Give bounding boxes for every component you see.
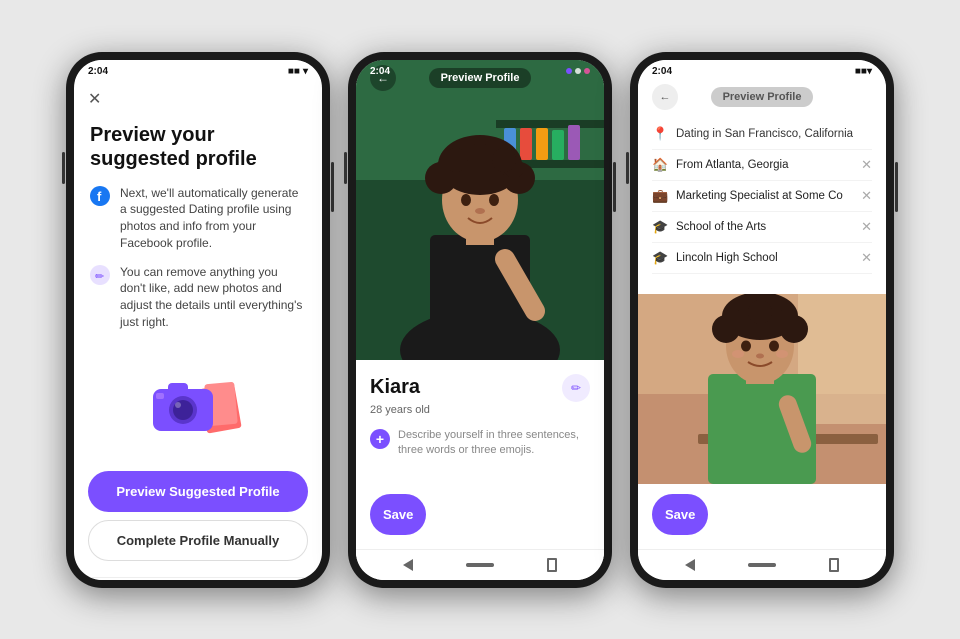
phone3-header: ← Preview Profile xyxy=(638,81,886,113)
svg-text:f: f xyxy=(97,189,102,204)
location-pin-icon: 📍 xyxy=(652,126,668,142)
job-item: 💼 Marketing Specialist at Some Co ✕ xyxy=(652,181,872,212)
school2-item: 🎓 Lincoln High School ✕ xyxy=(652,243,872,274)
photo-dots xyxy=(566,68,590,74)
school1-text: School of the Arts xyxy=(676,221,766,233)
camera-illustration xyxy=(148,361,248,441)
info-text-2: You can remove anything you don't like, … xyxy=(120,264,306,331)
remove-school2-button[interactable]: ✕ xyxy=(861,250,872,266)
home-nav-pill-2[interactable] xyxy=(466,563,494,567)
phone3-battery-icon: ■■▾ xyxy=(855,66,872,77)
add-bio-button[interactable]: + xyxy=(370,429,390,449)
phone3-back-arrow-icon: ← xyxy=(660,91,671,103)
preview-suggested-profile-button[interactable]: Preview Suggested Profile xyxy=(88,471,308,512)
phone3-status-bar: 2:04 ■■▾ xyxy=(638,60,886,81)
save-button[interactable]: Save xyxy=(370,494,426,535)
profile-name-row: Kiara ✏ xyxy=(370,374,590,402)
dot-1 xyxy=(566,68,572,74)
phone-2: 2:04 ← Preview Pro xyxy=(348,52,612,588)
school-icon-1: 🎓 xyxy=(652,219,668,235)
remove-job-button[interactable]: ✕ xyxy=(861,188,872,204)
back-nav-icon-2[interactable] xyxy=(403,559,413,571)
phone3-footer: Save xyxy=(638,484,886,549)
phone2-content: 2:04 ← Preview Pro xyxy=(356,60,604,580)
profile-info: Kiara ✏ 28 years old + Describe yourself… xyxy=(356,360,604,484)
scene: 2:04 ■■ ▾ ✕ Preview your suggested profi… xyxy=(0,0,960,639)
wifi-icon: ▾ xyxy=(303,66,308,77)
remove-from-button[interactable]: ✕ xyxy=(861,157,872,173)
profile-photo-section: 2:04 ← Preview Pro xyxy=(356,60,604,360)
location-left: 📍 Dating in San Francisco, California xyxy=(652,126,853,142)
phone1-nav-bar xyxy=(74,577,322,580)
from-item: 🏠 From Atlanta, Georgia ✕ xyxy=(652,150,872,181)
phone1-header: ✕ xyxy=(74,81,322,113)
complete-profile-manually-button[interactable]: Complete Profile Manually xyxy=(88,520,308,561)
bio-placeholder-text: Describe yourself in three sentences, th… xyxy=(398,428,590,459)
person-photo xyxy=(356,60,604,360)
location-item: 📍 Dating in San Francisco, California xyxy=(652,119,872,150)
location-text: Dating in San Francisco, California xyxy=(676,128,853,140)
camera-svg xyxy=(148,361,248,441)
facebook-icon: f xyxy=(90,186,110,206)
bio-row: + Describe yourself in three sentences, … xyxy=(370,428,590,459)
battery-icon: ■■ xyxy=(288,66,300,77)
phone3-content: 2:04 ■■▾ ← Preview Profile xyxy=(638,60,886,580)
school2-text: Lincoln High School xyxy=(676,252,778,264)
pencil-icon: ✏ xyxy=(90,265,110,285)
phone2-status-bar: 2:04 xyxy=(356,60,604,81)
from-left: 🏠 From Atlanta, Georgia xyxy=(652,157,789,173)
phone1-status-bar: 2:04 ■■ ▾ xyxy=(74,60,322,81)
home-nav-pill-3[interactable] xyxy=(748,563,776,567)
home-icon: 🏠 xyxy=(652,157,668,173)
phone1-body: Preview your suggested profile f Next, w… xyxy=(74,113,322,459)
plus-icon: + xyxy=(376,431,384,447)
phone1-time: 2:04 xyxy=(88,66,108,77)
phone2-time: 2:04 xyxy=(370,66,390,77)
dot-2 xyxy=(575,68,581,74)
work-icon: 💼 xyxy=(652,188,668,204)
school1-item: 🎓 School of the Arts ✕ xyxy=(652,212,872,243)
profile-name: Kiara xyxy=(370,376,420,399)
edit-profile-button[interactable]: ✏ xyxy=(562,374,590,402)
phone2-footer: Save xyxy=(356,484,604,549)
edit-pencil-icon: ✏ xyxy=(571,381,581,395)
school-icon-2: 🎓 xyxy=(652,250,668,266)
job-text: Marketing Specialist at Some Co xyxy=(676,190,843,202)
recent-apps-nav-icon-3[interactable] xyxy=(829,558,839,572)
info-item-1: f Next, we'll automatically generate a s… xyxy=(90,185,306,252)
school2-left: 🎓 Lincoln High School xyxy=(652,250,778,266)
recent-apps-nav-icon-2[interactable] xyxy=(547,558,557,572)
phone1-status-icons: ■■ ▾ xyxy=(288,66,308,77)
back-nav-icon-3[interactable] xyxy=(685,559,695,571)
phone-3: 2:04 ■■▾ ← Preview Profile xyxy=(630,52,894,588)
svg-text:✏: ✏ xyxy=(95,271,105,283)
info-text-1: Next, we'll automatically generate a sug… xyxy=(120,185,306,252)
page-title: Preview your suggested profile xyxy=(90,123,306,171)
phone-1: 2:04 ■■ ▾ ✕ Preview your suggested profi… xyxy=(66,52,330,588)
phone3-photo xyxy=(638,294,886,484)
from-text: From Atlanta, Georgia xyxy=(676,159,789,171)
phone1-content: 2:04 ■■ ▾ ✕ Preview your suggested profi… xyxy=(74,60,322,580)
info-item-2: ✏ You can remove anything you don't like… xyxy=(90,264,306,331)
phone3-preview-label: Preview Profile xyxy=(711,87,814,107)
phone1-footer: Preview Suggested Profile Complete Profi… xyxy=(74,459,322,577)
phone3-time: 2:04 xyxy=(652,66,672,77)
remove-school1-button[interactable]: ✕ xyxy=(861,219,872,235)
school1-left: 🎓 School of the Arts xyxy=(652,219,766,235)
person-illustration-3 xyxy=(638,294,886,484)
phone3-status-icons: ■■▾ xyxy=(855,66,872,77)
profile-age: 28 years old xyxy=(370,404,590,416)
person-illustration-2 xyxy=(356,60,604,360)
phone3-nav-bar xyxy=(638,549,886,580)
close-button[interactable]: ✕ xyxy=(88,89,101,109)
phone2-nav-bar xyxy=(356,549,604,580)
phone3-back-button[interactable]: ← xyxy=(652,84,678,110)
phone3-save-button[interactable]: Save xyxy=(652,494,708,535)
dot-3 xyxy=(584,68,590,74)
profile-info-list: 📍 Dating in San Francisco, California 🏠 … xyxy=(638,113,886,294)
job-left: 💼 Marketing Specialist at Some Co xyxy=(652,188,843,204)
